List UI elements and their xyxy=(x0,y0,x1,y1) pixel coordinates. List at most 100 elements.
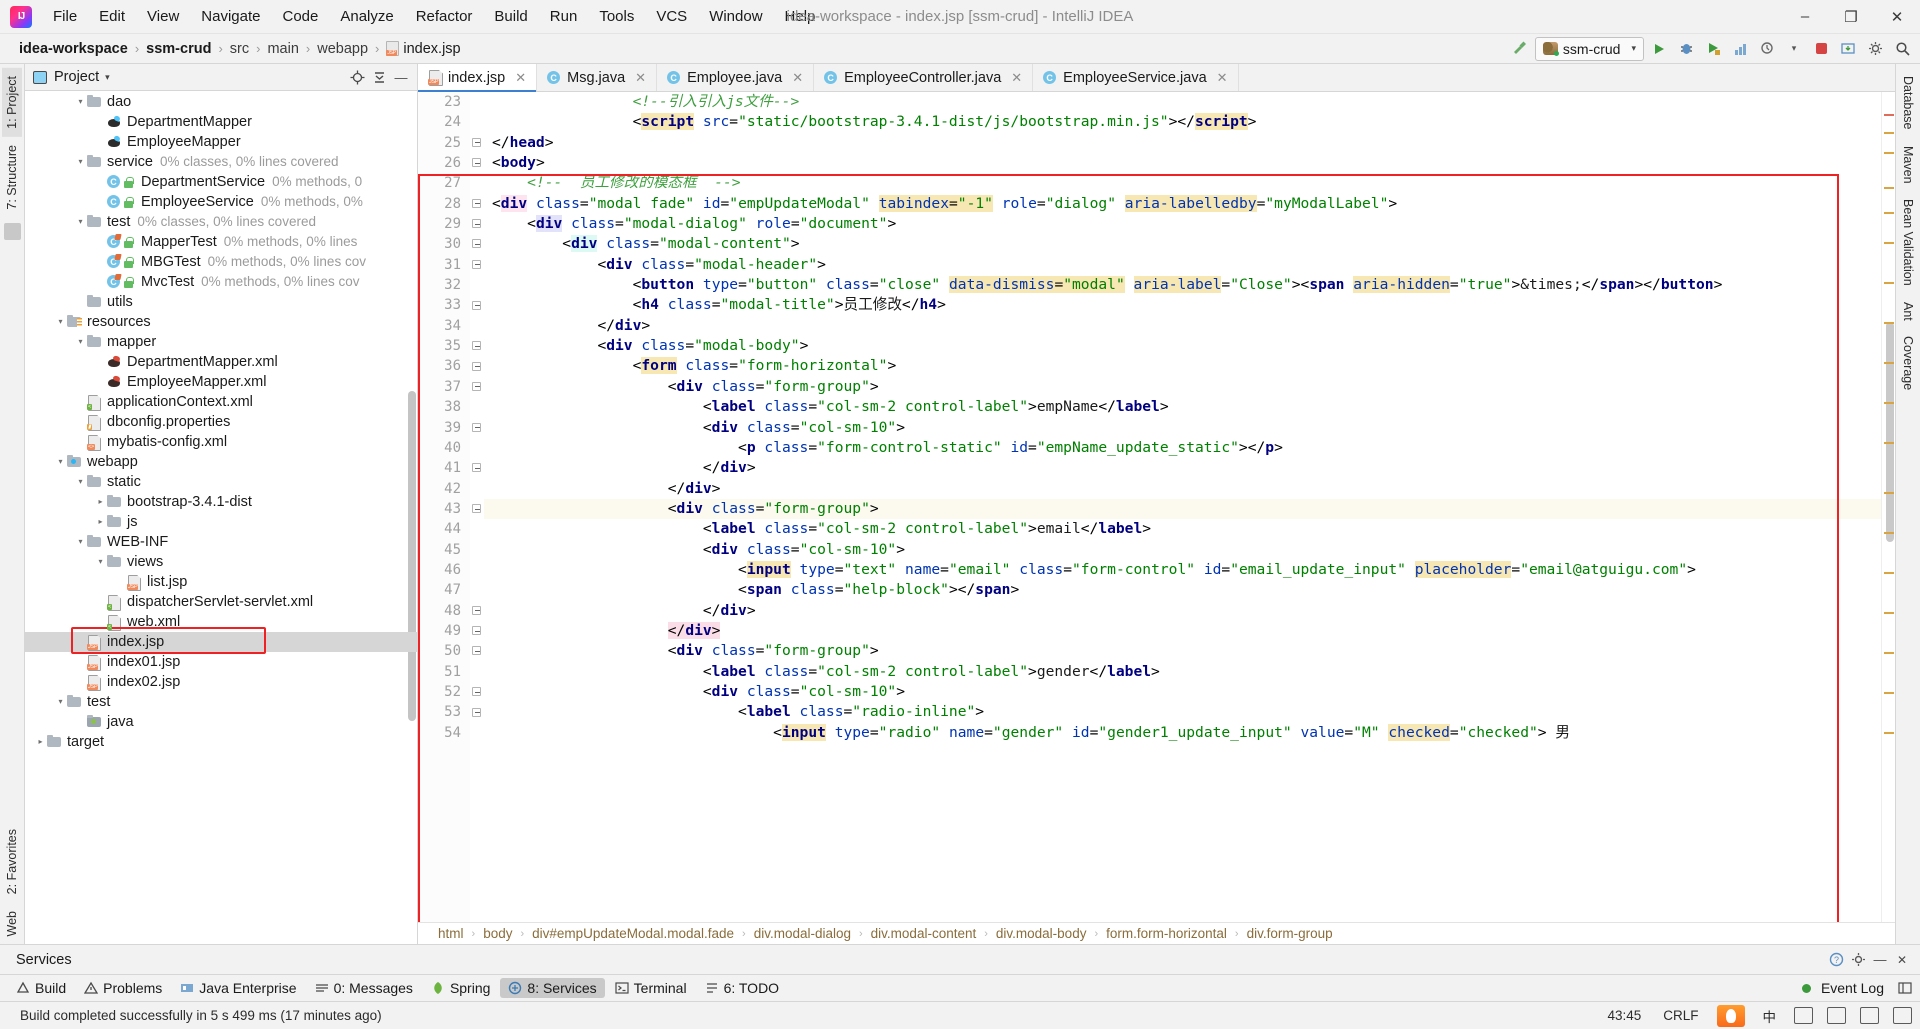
editor-breadcrumb-item[interactable]: div#empUpdateModal.modal.fade xyxy=(530,926,736,941)
breadcrumb-item-workspace[interactable]: idea-workspace xyxy=(16,39,131,59)
tree-row[interactable]: JSP list.jsp xyxy=(25,572,417,592)
code-fold-toggle[interactable] xyxy=(472,137,481,147)
code-line[interactable]: <input type="radio" name="gender" id="ge… xyxy=(484,723,1881,743)
error-stripe-mark[interactable] xyxy=(1884,402,1894,404)
table-icon[interactable] xyxy=(1827,1007,1846,1024)
menu-window[interactable]: Window xyxy=(698,5,773,28)
collapse-all-icon[interactable] xyxy=(369,67,389,87)
tree-row[interactable]: ▾ webapp xyxy=(25,452,417,472)
minimize-icon[interactable]: — xyxy=(1870,950,1890,970)
tree-row[interactable]: ▸ js xyxy=(25,512,417,532)
error-stripe-mark[interactable] xyxy=(1884,612,1894,614)
tree-row[interactable]: EmployeeService 0% methods, 0% xyxy=(25,192,417,212)
line-number[interactable]: 34 xyxy=(418,316,470,336)
tree-expand-arrow-icon[interactable]: ▾ xyxy=(95,552,106,572)
settings-icon[interactable] xyxy=(1863,37,1887,61)
code-line[interactable]: <div class="col-sm-10"> xyxy=(484,682,1881,702)
rail-tab-project[interactable]: 1: Project xyxy=(2,68,22,137)
code-line[interactable]: <input type="text" name="email" class="f… xyxy=(484,560,1881,580)
line-number[interactable]: 48 xyxy=(418,601,470,621)
code-line[interactable]: <button type="button" class="close" data… xyxy=(484,275,1881,295)
search-everywhere-icon[interactable] xyxy=(1890,37,1914,61)
database-rail-icon[interactable] xyxy=(3,223,21,241)
sogou-input-icon[interactable] xyxy=(1716,1004,1745,1027)
tool-window-button[interactable]: Java Enterprise xyxy=(172,978,304,998)
line-number[interactable]: 35 xyxy=(418,336,470,356)
breadcrumb-item-project[interactable]: ssm-crud xyxy=(143,39,214,59)
code-line[interactable]: <div class="form-group"> xyxy=(484,498,1881,520)
lock-icon[interactable] xyxy=(1893,1007,1912,1024)
close-icon[interactable]: ✕ xyxy=(1011,70,1022,86)
tree-expand-arrow-icon[interactable]: ▾ xyxy=(75,472,86,492)
error-stripe-mark[interactable] xyxy=(1884,652,1894,654)
chevron-down-icon[interactable]: ▾ xyxy=(1782,37,1806,61)
error-stripe-mark[interactable] xyxy=(1884,732,1894,734)
error-stripe-mark[interactable] xyxy=(1884,242,1894,244)
tree-row[interactable]: ▾ resources xyxy=(25,312,417,332)
editor-tab[interactable]: EmployeeService.java ✕ xyxy=(1033,64,1239,91)
tree-row[interactable]: ▾ mapper xyxy=(25,332,417,352)
code-fold-toggle[interactable] xyxy=(472,219,481,229)
code-line[interactable]: <!--引入引入js文件--> xyxy=(484,92,1881,112)
error-stripe-mark[interactable] xyxy=(1884,187,1894,189)
code-line[interactable]: <div class="modal-body"> xyxy=(484,336,1881,356)
tool-window-bar[interactable]: Build Problems Java Enterprise 0: Messages S… xyxy=(0,974,1920,1001)
hide-icon[interactable]: ✕ xyxy=(1892,950,1912,970)
line-number[interactable]: 27 xyxy=(418,173,470,193)
breadcrumb-item-src[interactable]: src xyxy=(227,39,252,59)
rail-tab-coverage[interactable]: Coverage xyxy=(1898,328,1918,398)
tree-row[interactable]: EmployeeMapper xyxy=(25,132,417,152)
code-line[interactable]: <script src="static/bootstrap-3.4.1-dist… xyxy=(484,112,1881,132)
tool-window-button[interactable]: 0: Messages xyxy=(307,978,421,998)
debug-icon[interactable] xyxy=(1674,37,1698,61)
code-line[interactable]: </div> xyxy=(484,479,1881,499)
tree-collapse-arrow-icon[interactable]: ▸ xyxy=(35,732,46,752)
code-line[interactable]: <p class="form-control-static" id="empNa… xyxy=(484,438,1881,458)
code-text-area[interactable]: <!--引入引入js文件--> <script src="static/boot… xyxy=(484,92,1881,922)
code-line[interactable]: <div class="modal fade" id="empUpdateMod… xyxy=(484,194,1881,214)
line-number[interactable]: 37 xyxy=(418,377,470,397)
code-line[interactable]: <form class="form-horizontal"> xyxy=(484,356,1881,376)
tool-window-button[interactable]: Problems xyxy=(76,978,170,998)
line-number[interactable]: 49 xyxy=(418,621,470,641)
rail-tab-structure[interactable]: 7: Structure xyxy=(2,137,22,218)
line-number[interactable]: 40 xyxy=(418,438,470,458)
tree-row[interactable]: MBGTest 0% methods, 0% lines cov xyxy=(25,252,417,272)
line-number[interactable]: 26 xyxy=(418,153,470,173)
menu-navigate[interactable]: Navigate xyxy=(190,5,271,28)
tree-row[interactable]: < applicationContext.xml xyxy=(25,392,417,412)
editor-structure-breadcrumb[interactable]: html › body › div#empUpdateModal.modal.fade ›… xyxy=(418,922,1895,944)
tree-row[interactable]: ▸ target xyxy=(25,732,417,752)
stop-icon[interactable] xyxy=(1809,37,1833,61)
menu-build[interactable]: Build xyxy=(483,5,538,28)
tree-expand-arrow-icon[interactable]: ▾ xyxy=(55,312,66,332)
tree-row[interactable]: < web.xml xyxy=(25,612,417,632)
ime-indicator[interactable]: 中 xyxy=(1759,1005,1781,1027)
line-number[interactable]: 43 xyxy=(418,499,470,519)
tree-row[interactable]: EmployeeMapper.xml xyxy=(25,372,417,392)
menu-analyze[interactable]: Analyze xyxy=(329,5,404,28)
menu-tools[interactable]: Tools xyxy=(588,5,645,28)
editor-breadcrumb-item[interactable]: div.modal-content xyxy=(869,926,979,941)
code-fold-toggle[interactable] xyxy=(472,626,481,636)
rail-tab-favorites[interactable]: 2: Favorites xyxy=(2,821,22,902)
code-line[interactable]: <div class="modal-dialog" role="document… xyxy=(484,214,1881,234)
code-line[interactable]: </div> xyxy=(484,316,1881,336)
tree-row[interactable]: ▾ service 0% classes, 0% lines covered xyxy=(25,152,417,172)
code-line[interactable]: <div class="col-sm-10"> xyxy=(484,540,1881,560)
locate-icon[interactable] xyxy=(347,67,367,87)
tree-row[interactable]: DepartmentService 0% methods, 0 xyxy=(25,172,417,192)
tool-window-button[interactable]: 8: Services xyxy=(500,978,605,998)
code-line[interactable]: <label class="col-sm-2 control-label">em… xyxy=(484,397,1881,417)
code-fold-toggle[interactable] xyxy=(472,381,481,391)
line-number[interactable]: 24 xyxy=(418,112,470,132)
line-number[interactable]: 41 xyxy=(418,458,470,478)
line-number[interactable]: 53 xyxy=(418,702,470,722)
tree-expand-arrow-icon[interactable]: ▾ xyxy=(75,532,86,552)
line-number[interactable]: 38 xyxy=(418,397,470,417)
tree-row[interactable]: ▮ dbconfig.properties xyxy=(25,412,417,432)
line-number[interactable]: 23 xyxy=(418,92,470,112)
line-number[interactable]: 47 xyxy=(418,580,470,600)
rail-tab-database[interactable]: Database xyxy=(1898,68,1918,138)
line-number[interactable]: 54 xyxy=(418,723,470,743)
